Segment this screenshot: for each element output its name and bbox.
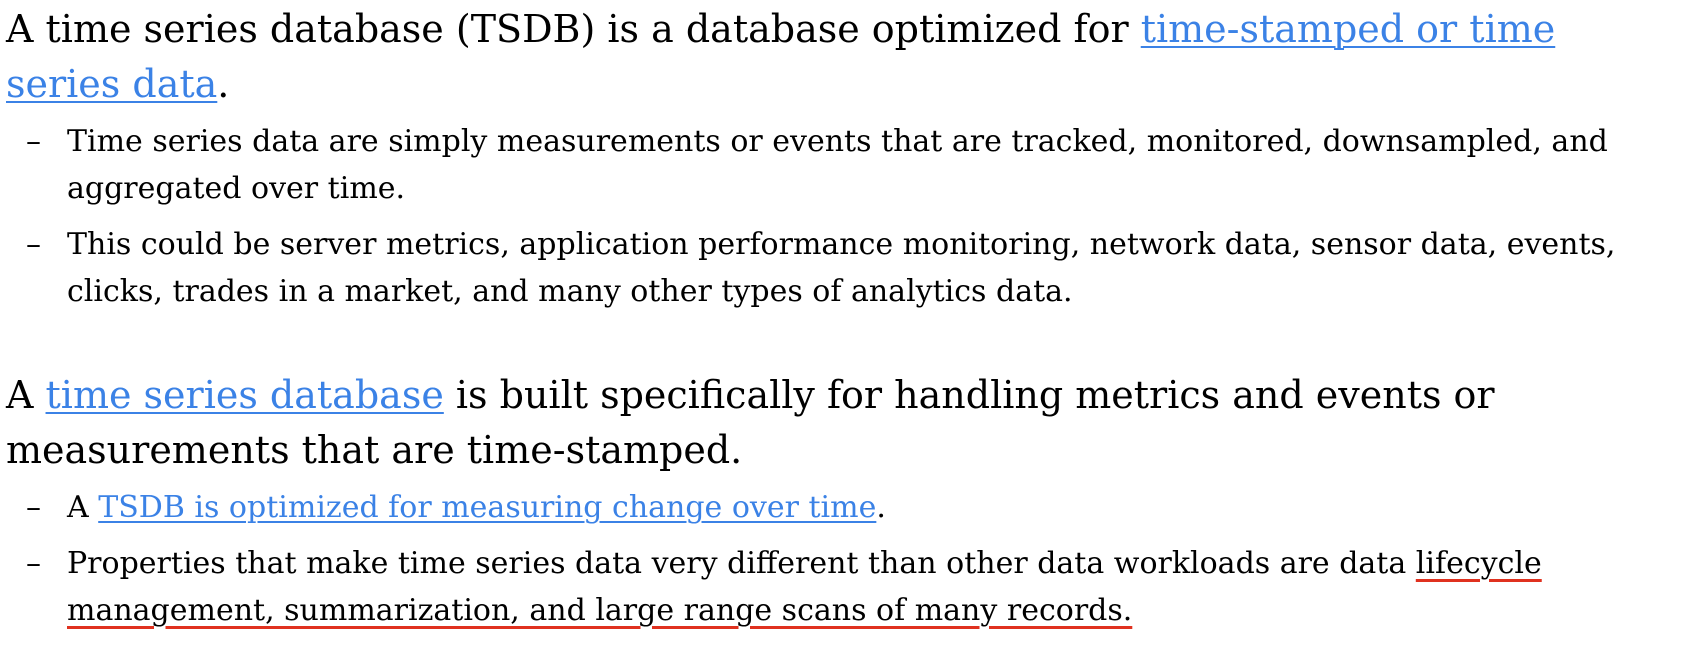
list-item: – Time series data are simply measurement… [6, 118, 1657, 212]
bullet-text: A [67, 490, 99, 525]
bullet-list-2: – A TSDB is optimized for measuring chang… [6, 484, 1682, 634]
bullet-dash: – [26, 124, 41, 159]
bullet-list-1: – Time series data are simply measurement… [6, 118, 1682, 315]
list-item: – This could be server metrics, applicati… [6, 221, 1657, 315]
list-item: – A TSDB is optimized for measuring chang… [6, 484, 1657, 531]
paragraph-text: . [217, 62, 230, 106]
paragraph-tsdb-definition: A time series database (TSDB) is a datab… [6, 0, 1646, 112]
bullet-dash: – [26, 490, 41, 525]
document-page: A time series database (TSDB) is a datab… [0, 0, 1682, 668]
bullet-text: . [876, 490, 886, 525]
link-time-series-database[interactable]: time series database [46, 373, 444, 417]
bullet-dash: – [26, 546, 41, 581]
bullet-dash: – [26, 227, 41, 262]
bullet-text: Properties that make time series data ve… [67, 546, 1416, 581]
link-tsdb-optimized[interactable]: TSDB is optimized for measuring change o… [98, 490, 876, 525]
list-item: – Properties that make time series data v… [6, 540, 1657, 634]
paragraph-tsdb-purpose: A time series database is built specific… [6, 368, 1646, 478]
bullet-text: This could be server metrics, applicatio… [67, 227, 1616, 309]
paragraph-text: A [6, 373, 46, 417]
bullet-text: Time series data are simply measurements… [67, 124, 1608, 206]
paragraph-text: A time series database (TSDB) is a datab… [6, 7, 1141, 51]
